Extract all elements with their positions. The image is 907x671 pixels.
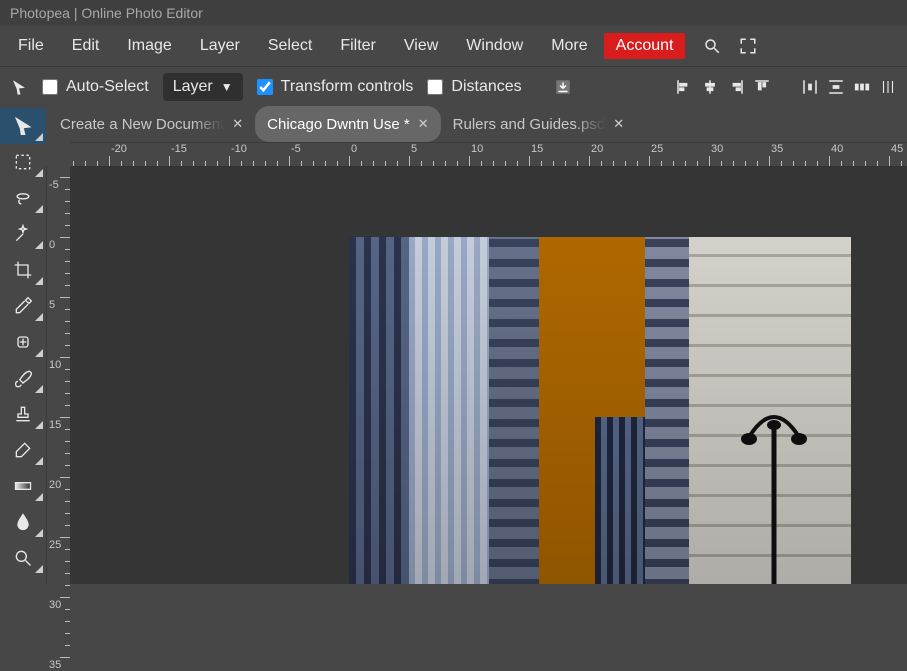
fullscreen-icon[interactable] [739, 37, 757, 55]
rulers: -20-15-10-505101520253035404550 [46, 142, 907, 166]
auto-select-checkbox[interactable]: Auto-Select [42, 78, 149, 96]
tool-gradient[interactable] [0, 468, 46, 504]
ruler-vertical[interactable]: -505101520253035 [46, 166, 70, 584]
main-area: Create a New Document ✕ Chicago Dwntn Us… [0, 106, 907, 584]
align-top-icon[interactable] [753, 78, 771, 96]
move-tool-icon [10, 78, 28, 96]
doc-tab-0-label: Create a New Document [60, 116, 224, 133]
download-icon[interactable] [554, 78, 572, 96]
canvas[interactable] [349, 237, 851, 584]
tool-brush[interactable] [0, 360, 46, 396]
app-title: Photopea | Online Photo Editor [10, 5, 203, 21]
align-hcenter-icon[interactable] [701, 78, 719, 96]
tool-stamp[interactable] [0, 396, 46, 432]
align-left-icon[interactable] [675, 78, 693, 96]
align-group [675, 78, 897, 96]
target-layer-select[interactable]: Layer ▼ [163, 73, 243, 101]
tools-sidebar [0, 106, 46, 584]
align-right-icon[interactable] [727, 78, 745, 96]
menu-edit[interactable]: Edit [60, 33, 112, 59]
distances-label: Distances [451, 78, 521, 96]
doc-tab-1-label: Chicago Dwntn Use * [267, 116, 410, 133]
chevron-down-icon: ▼ [221, 80, 233, 94]
transform-controls-checkbox[interactable]: Transform controls [257, 78, 414, 96]
distribute-spacing-h-icon[interactable] [853, 78, 871, 96]
options-bar: Auto-Select Layer ▼ Transform controls D… [0, 66, 907, 106]
menu-filter[interactable]: Filter [328, 33, 388, 59]
distribute-v-icon[interactable] [827, 78, 845, 96]
menu-view[interactable]: View [392, 33, 450, 59]
tool-marquee[interactable] [0, 144, 46, 180]
transform-controls-label: Transform controls [281, 78, 414, 96]
canvas-viewport[interactable] [70, 166, 907, 584]
doc-tab-0[interactable]: Create a New Document ✕ [48, 106, 255, 142]
menu-account[interactable]: Account [604, 33, 686, 59]
doc-tab-2[interactable]: Rulers and Guides.psd ✕ [441, 106, 637, 142]
auto-select-input[interactable] [42, 79, 58, 95]
tool-heal[interactable] [0, 324, 46, 360]
tool-eraser[interactable] [0, 432, 46, 468]
document-tabs: Create a New Document ✕ Chicago Dwntn Us… [46, 106, 907, 142]
search-icon[interactable] [703, 37, 721, 55]
tool-lasso[interactable] [0, 180, 46, 216]
menu-window[interactable]: Window [454, 33, 535, 59]
tool-move[interactable] [0, 108, 46, 144]
tool-zoom[interactable] [0, 540, 46, 576]
menu-file[interactable]: File [6, 33, 56, 59]
target-layer-value: Layer [173, 78, 213, 96]
auto-select-label: Auto-Select [66, 78, 149, 96]
distribute-spacing-v-icon[interactable] [879, 78, 897, 96]
transform-controls-input[interactable] [257, 79, 273, 95]
tool-crop[interactable] [0, 252, 46, 288]
doc-tab-0-close-icon[interactable]: ✕ [232, 116, 243, 132]
doc-tab-2-close-icon[interactable]: ✕ [613, 116, 624, 132]
menu-select[interactable]: Select [256, 33, 324, 59]
distances-input[interactable] [427, 79, 443, 95]
doc-tab-1[interactable]: Chicago Dwntn Use * ✕ [255, 106, 440, 142]
distribute-h-icon[interactable] [801, 78, 819, 96]
tool-wand[interactable] [0, 216, 46, 252]
doc-tab-2-label: Rulers and Guides.psd [453, 116, 606, 133]
menu-bar: File Edit Image Layer Select Filter View… [0, 26, 907, 66]
work-area: Create a New Document ✕ Chicago Dwntn Us… [46, 106, 907, 584]
tool-eyedropper[interactable] [0, 288, 46, 324]
ruler-corner [46, 142, 70, 166]
ruler-horizontal[interactable]: -20-15-10-505101520253035404550 [70, 142, 907, 166]
menu-image[interactable]: Image [115, 33, 183, 59]
distances-checkbox[interactable]: Distances [427, 78, 521, 96]
menu-more[interactable]: More [539, 33, 599, 59]
tool-blur[interactable] [0, 504, 46, 540]
menu-layer[interactable]: Layer [188, 33, 252, 59]
title-bar: Photopea | Online Photo Editor [0, 0, 907, 26]
doc-tab-1-close-icon[interactable]: ✕ [418, 116, 429, 132]
